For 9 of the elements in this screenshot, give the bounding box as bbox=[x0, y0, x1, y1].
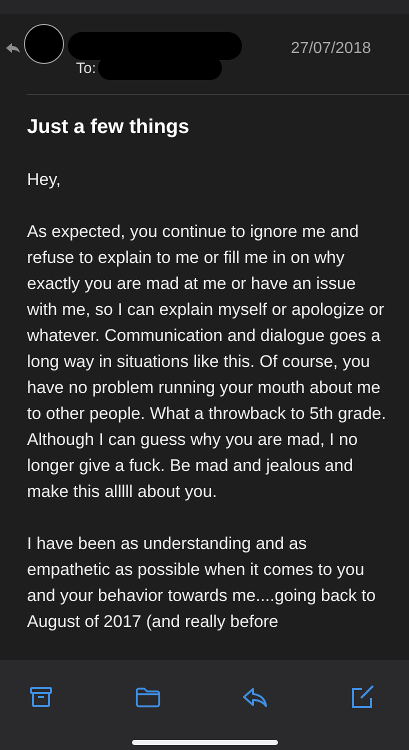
body-paragraph: Hey, bbox=[27, 169, 62, 191]
email-date: 27/07/2018 bbox=[290, 40, 371, 58]
avatar bbox=[24, 24, 64, 64]
compose-icon-button[interactable] bbox=[349, 684, 375, 710]
to-label: To: bbox=[76, 60, 96, 76]
body-paragraph: As expected, you continue to ignore me and refuse to explain to me or fill me in on why exactly you are mad at me or have an issue with me, so I can explain myself or apologize or whatever. Communication and dialogue goes a long way in situations like this. Of course, you have no problem running your mouth about me to other people. What a throwback to 5th grade. Although I can guess why you are mad, I no longer give a fuck. Be mad and jealous and make this alllll about you. bbox=[27, 221, 387, 503]
archive-icon-button[interactable] bbox=[28, 684, 54, 710]
email-subject: Just a few things bbox=[27, 116, 190, 139]
body-paragraph: I have been as understanding and as empathetic as possible when it comes to you and your behavior towards me....going back to August of 2017 (and really before bbox=[27, 533, 377, 633]
